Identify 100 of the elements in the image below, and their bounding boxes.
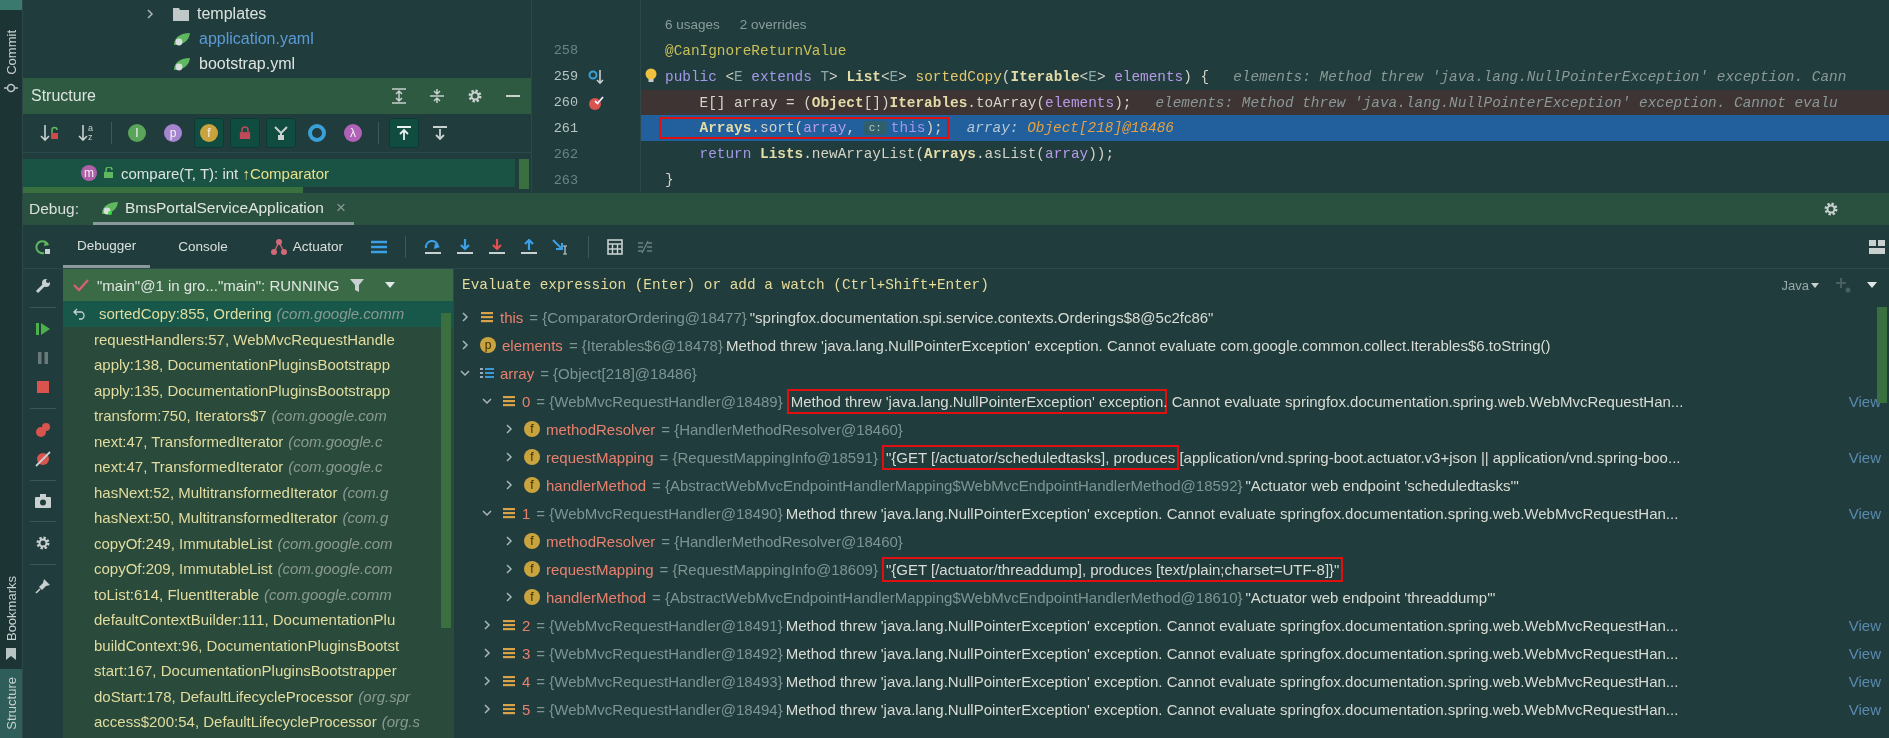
side-tab[interactable]: Structure <box>0 669 22 738</box>
code-token: ( <box>1001 68 1011 85</box>
code-token: E <box>1088 68 1097 85</box>
chevron-down-icon[interactable] <box>1867 282 1877 288</box>
variable-name: array <box>500 364 535 382</box>
step-into-icon[interactable] <box>456 238 475 255</box>
chevron-right-icon[interactable] <box>504 564 514 574</box>
chevron-right-icon[interactable] <box>504 452 514 462</box>
chevron-down-icon[interactable] <box>460 368 470 378</box>
language-dropdown[interactable]: Java <box>1781 277 1809 293</box>
code-token: ) { <box>1183 68 1210 85</box>
file-name[interactable]: bootstrap.yml <box>199 54 296 73</box>
chevron-right-icon[interactable] <box>482 676 492 686</box>
stack-frame[interactable]: apply:138, DocumentationPluginsBootstrapp <box>63 352 453 378</box>
object-reference: = {ComparatorOrdering@18477} <box>529 308 747 326</box>
chevron-right-icon[interactable] <box>504 592 514 602</box>
usage-hint[interactable]: 2 overrides <box>739 17 807 33</box>
mute-breakpoints-icon[interactable] <box>35 451 51 467</box>
scrollbar[interactable] <box>23 187 303 193</box>
collapse-all-icon[interactable] <box>429 88 445 104</box>
stack-frame[interactable]: requestHandlers:57, WebMvcRequestHandle <box>63 326 453 352</box>
calculator-icon[interactable] <box>607 238 624 255</box>
caret-icon[interactable] <box>1811 282 1819 288</box>
stack-frame[interactable]: access$200:54, DefaultLifecycleProcessor (org.s <box>63 709 453 735</box>
chevron-down-icon[interactable] <box>482 508 492 518</box>
chevron-down-icon[interactable] <box>482 396 492 406</box>
commit-tab[interactable]: Commit <box>3 30 19 75</box>
unlock-icon <box>103 167 115 179</box>
stack-frame[interactable]: doStart:178, DefaultLifecycleProcessor (org.spr <box>63 683 453 709</box>
variable-name: 3 <box>522 644 531 662</box>
stack-frame[interactable]: toList:614, FluentIterable (com.google.comm <box>63 581 453 607</box>
force-step-into-icon[interactable] <box>488 238 507 255</box>
toolbar-button[interactable]: az <box>71 118 101 148</box>
trace-icon[interactable] <box>637 238 654 255</box>
stack-frame[interactable]: buildContext:96, DocumentationPluginsBootst <box>63 632 453 658</box>
stop-icon[interactable] <box>35 379 51 395</box>
toolbar-button[interactable]: λ <box>338 118 368 148</box>
override-icon[interactable] <box>588 68 604 85</box>
stack-frame[interactable]: start:167, DocumentationPluginsBootstrapper <box>63 658 453 684</box>
breakpoints-icon[interactable] <box>35 422 51 438</box>
chevron-right-icon[interactable] <box>504 536 514 546</box>
settings-icon[interactable] <box>467 88 483 104</box>
pause-icon[interactable] <box>35 350 51 366</box>
file-name[interactable]: application.yaml <box>199 29 314 48</box>
structure-item[interactable]: m compare(T, T): int ↑Comparator <box>23 159 515 187</box>
file-name[interactable]: templates <box>197 4 267 23</box>
debug-tab[interactable]: Actuator <box>255 225 358 268</box>
toolbar-button[interactable] <box>389 118 419 148</box>
chevron-right-icon[interactable] <box>504 480 514 490</box>
session-tab[interactable]: BmsPortalServiceApplication × <box>93 193 354 225</box>
toolbar-button[interactable] <box>266 118 296 148</box>
stack-frame[interactable]: hasNext:52, MultitransformedIterator (com.g <box>63 479 453 505</box>
stack-frame[interactable]: hasNext:50, MultitransformedIterator (com.g <box>63 505 453 531</box>
filter-icon: I <box>128 124 146 142</box>
chevron-right-icon[interactable] <box>482 620 492 630</box>
pin-icon[interactable] <box>35 578 51 594</box>
rerun-icon[interactable] <box>35 238 51 255</box>
list-icon <box>502 506 516 520</box>
chevron-right-icon[interactable] <box>460 312 470 322</box>
variable-value: Method threw 'java.lang.NullPointerException' exception. Cannot evaluate springfox.documentation.spring.web.WebMvcRequestHan... <box>785 700 1679 718</box>
stack-frame[interactable]: sortedCopy:855, Ordering (com.google.comm <box>63 301 453 327</box>
caret-icon[interactable] <box>385 282 396 288</box>
layout-icon[interactable] <box>1869 239 1885 254</box>
camera-icon[interactable] <box>35 494 51 508</box>
stack-frame[interactable]: next:47, TransformedIterator (com.google.c <box>63 428 453 454</box>
chevron-right-icon[interactable] <box>504 424 514 434</box>
settings-icon[interactable] <box>35 535 51 551</box>
step-out-icon[interactable] <box>520 238 539 255</box>
breakpoint-icon[interactable] <box>588 94 604 111</box>
stack-frame[interactable]: apply:135, DocumentationPluginsBootstrapp <box>63 377 453 403</box>
stack-frame[interactable]: defaultContextBuilder:111, DocumentationPlu <box>63 607 453 633</box>
method-signature: compare(T, T): int <box>121 164 240 182</box>
expand-all-icon[interactable] <box>391 88 407 104</box>
stack-frame[interactable]: transform:750, Iterators$7 (com.google.com <box>63 403 453 429</box>
scrollbar[interactable] <box>441 313 451 628</box>
debug-tab[interactable]: Console <box>164 225 242 268</box>
list-icon <box>502 394 516 408</box>
menu-icon[interactable] <box>371 239 388 254</box>
stack-frame[interactable]: copyOf:249, ImmutableList (com.google.com <box>63 530 453 556</box>
leaf-icon <box>173 31 191 46</box>
settings-icon[interactable] <box>1823 201 1839 217</box>
side-tab[interactable]: Bookmarks <box>0 568 22 670</box>
variable-value: Method threw 'java.lang.NullPointerException' exception. Cannot evaluate com.google.common.collect.Iterables$6.toString() <box>726 336 1551 354</box>
stack-frame[interactable]: next:47, TransformedIterator (com.google.c <box>63 454 453 480</box>
lightbulb-icon[interactable] <box>645 67 657 84</box>
settings-wrench-icon[interactable] <box>35 278 51 294</box>
chevron-right-icon[interactable] <box>460 340 470 350</box>
usage-hint[interactable]: 6 usages <box>665 17 720 33</box>
return-arrow-icon <box>73 307 87 320</box>
stack-frame[interactable]: copyOf:209, ImmutableList (com.google.com <box>63 556 453 582</box>
variable-name: 5 <box>522 700 531 718</box>
chevron-right-icon[interactable] <box>482 648 492 658</box>
step-over-icon[interactable] <box>424 238 443 255</box>
chevron-right-icon[interactable] <box>145 8 155 19</box>
resume-icon[interactable] <box>35 321 51 337</box>
scrollbar[interactable] <box>519 159 529 189</box>
watch-expression-field[interactable]: Evaluate expression (Enter) or add a watch (Ctrl+Shift+Enter) <box>454 276 1766 294</box>
filter-icon: p <box>164 124 182 142</box>
chevron-right-icon[interactable] <box>482 704 492 714</box>
filter-icon[interactable] <box>349 277 366 293</box>
